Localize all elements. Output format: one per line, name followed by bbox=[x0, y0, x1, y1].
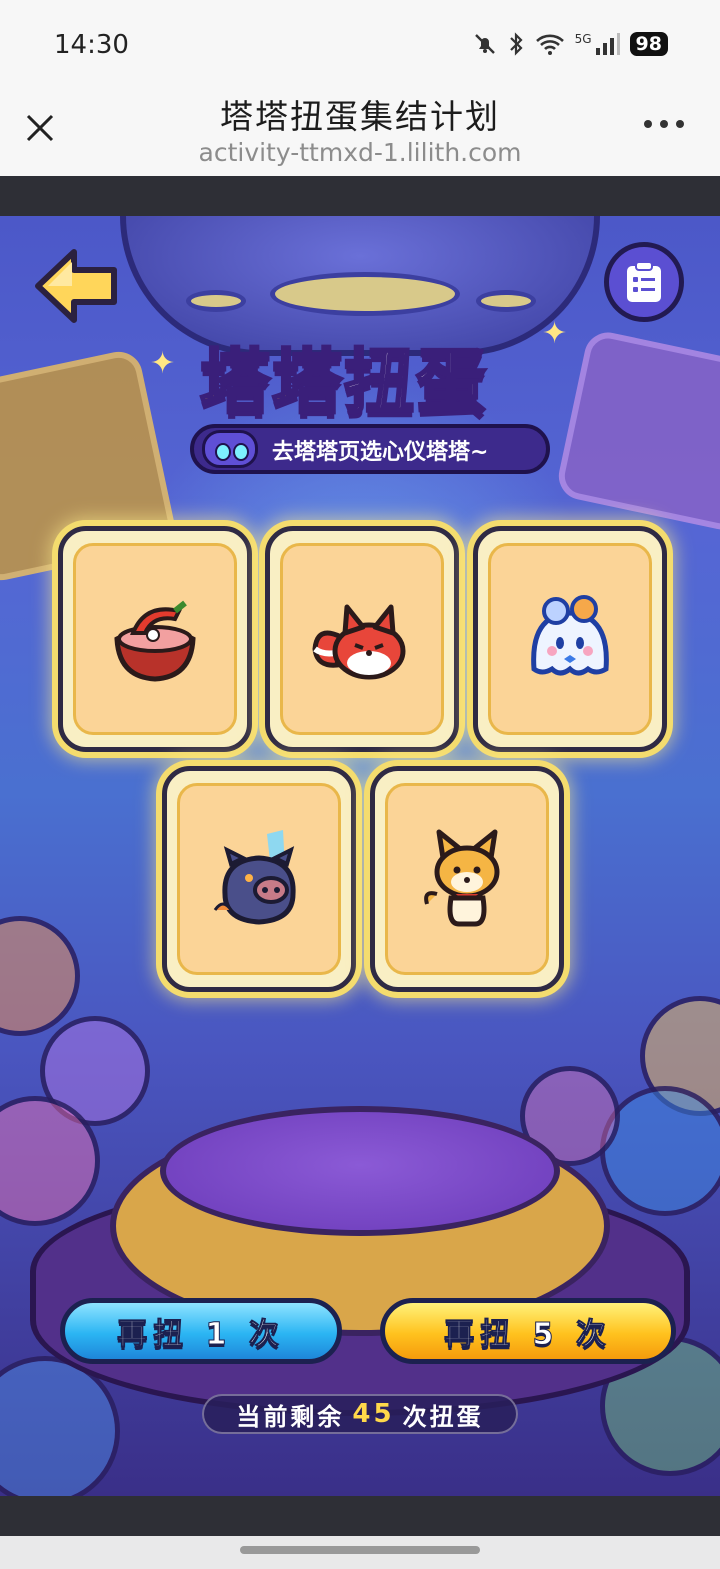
page-url: activity-ttmxd-1.lilith.com bbox=[198, 138, 522, 167]
remaining-prefix: 当前剩余 bbox=[236, 1402, 345, 1431]
signal-icon bbox=[595, 33, 620, 55]
status-bar: 14:30 5G 98 bbox=[0, 0, 720, 90]
red-fox-icon bbox=[312, 604, 406, 680]
machine-light bbox=[476, 290, 536, 312]
home-indicator-bar bbox=[0, 1536, 720, 1569]
back-arrow-icon bbox=[35, 249, 117, 323]
reward-card-chili-bowl bbox=[58, 526, 252, 752]
game-canvas: ✦ ✦ 塔塔扭蛋 去塔塔页选心仪塔塔~ 再扭 1 次 再扭 5 次 当前剩余 4… bbox=[0, 216, 720, 1496]
machine-light bbox=[270, 272, 460, 316]
capsule-ball bbox=[0, 916, 80, 1036]
pedestal-top bbox=[160, 1106, 560, 1236]
tata-face-icon bbox=[202, 430, 258, 468]
network-label: 5G bbox=[574, 32, 592, 46]
logo-banner: 去塔塔页选心仪塔塔~ bbox=[190, 424, 550, 474]
record-button[interactable] bbox=[604, 242, 684, 322]
wifi-icon bbox=[535, 34, 564, 55]
logo-title: 塔塔扭蛋 bbox=[199, 340, 488, 425]
status-icons: 5G 98 bbox=[473, 32, 668, 56]
remaining-suffix: 次扭蛋 bbox=[402, 1402, 484, 1431]
spin-once-button[interactable]: 再扭 1 次 bbox=[60, 1298, 342, 1364]
status-time: 14:30 bbox=[54, 30, 129, 60]
more-icon bbox=[644, 120, 652, 128]
remaining-count: 45 bbox=[352, 1399, 395, 1429]
logo-subtitle: 去塔塔页选心仪塔塔~ bbox=[272, 440, 489, 465]
more-button[interactable] bbox=[644, 120, 684, 128]
browser-header: 塔塔扭蛋集结计划 activity-ttmxd-1.lilith.com bbox=[0, 90, 720, 176]
back-button[interactable] bbox=[34, 246, 120, 326]
battery-indicator: 98 bbox=[629, 32, 668, 56]
reward-card-ghost-bunny bbox=[473, 526, 667, 752]
game-frame: ✦ ✦ 塔塔扭蛋 去塔塔页选心仪塔塔~ 再扭 1 次 再扭 5 次 当前剩余 4… bbox=[0, 176, 720, 1536]
sparkle-icon: ✦ bbox=[150, 346, 176, 381]
game-logo: ✦ ✦ 塔塔扭蛋 去塔塔页选心仪塔塔~ bbox=[150, 316, 570, 486]
machine-light bbox=[186, 290, 246, 312]
reward-card-shiba bbox=[370, 766, 564, 992]
shiba-icon bbox=[424, 829, 500, 927]
background-controller-card bbox=[554, 328, 720, 534]
home-indicator[interactable] bbox=[240, 1546, 480, 1554]
sparkle-icon: ✦ bbox=[542, 316, 568, 351]
chili-bowl-icon bbox=[114, 600, 196, 682]
bluetooth-icon bbox=[509, 32, 523, 56]
spin-five-button[interactable]: 再扭 5 次 bbox=[380, 1298, 676, 1364]
mute-icon bbox=[474, 34, 495, 54]
record-list-icon bbox=[627, 261, 661, 302]
reward-card-red-fox bbox=[265, 526, 459, 752]
boar-icon bbox=[213, 830, 296, 925]
reward-card-boar bbox=[162, 766, 356, 992]
page-title: 塔塔扭蛋集结计划 bbox=[220, 97, 500, 136]
ghost-bunny-icon bbox=[531, 595, 609, 676]
remaining-spins: 当前剩余 45 次扭蛋 bbox=[202, 1394, 518, 1434]
